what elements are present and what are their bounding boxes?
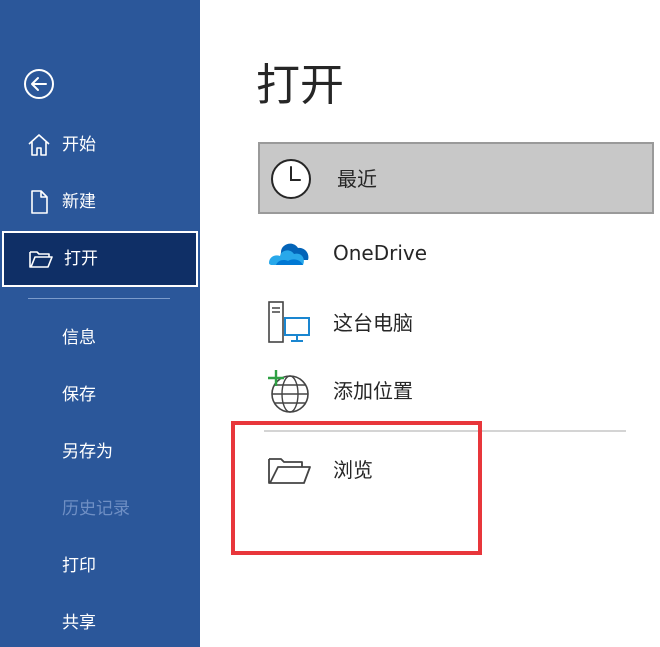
- location-add-place[interactable]: 添加位置: [258, 356, 654, 426]
- location-label: 最近: [337, 167, 377, 191]
- open-folder-icon: [29, 251, 53, 268]
- back-arrow-icon: [24, 69, 54, 99]
- nav-item-label: 打开: [64, 249, 98, 269]
- location-label: 这台电脑: [333, 311, 413, 335]
- nav-item-new[interactable]: 新建: [0, 174, 200, 230]
- computer-icon: [268, 301, 310, 343]
- nav-item-open[interactable]: 打开: [2, 231, 198, 287]
- new-document-icon: [31, 190, 48, 214]
- home-icon: [28, 134, 50, 156]
- cloud-icon: [269, 243, 309, 265]
- location-recent[interactable]: 最近: [258, 142, 654, 214]
- nav-item-save[interactable]: 保存: [62, 383, 96, 407]
- location-this-pc[interactable]: 这台电脑: [258, 288, 654, 358]
- nav-item-label: 新建: [62, 192, 96, 212]
- sidebar-divider: [28, 298, 170, 299]
- nav-item-info[interactable]: 信息: [62, 326, 96, 350]
- nav-item-home[interactable]: 开始: [0, 117, 200, 173]
- clock-icon: [271, 159, 311, 199]
- backstage-sidebar: 开始 新建 打开 信息 保存 另存为 历史记录 打印 共享: [0, 0, 200, 647]
- highlight-annotation-box: [231, 421, 482, 555]
- location-onedrive[interactable]: OneDrive: [258, 218, 654, 288]
- nav-item-label: 开始: [62, 135, 96, 155]
- nav-item-history: 历史记录: [62, 499, 130, 519]
- nav-item-share[interactable]: 共享: [62, 611, 96, 635]
- globe-add-icon: [268, 370, 309, 413]
- nav-item-save-as[interactable]: 另存为: [62, 440, 113, 464]
- page-title: 打开: [256, 60, 344, 111]
- nav-item-print[interactable]: 打印: [62, 554, 96, 578]
- location-label: 添加位置: [333, 379, 413, 403]
- location-label: OneDrive: [333, 241, 428, 265]
- back-button[interactable]: [22, 67, 56, 101]
